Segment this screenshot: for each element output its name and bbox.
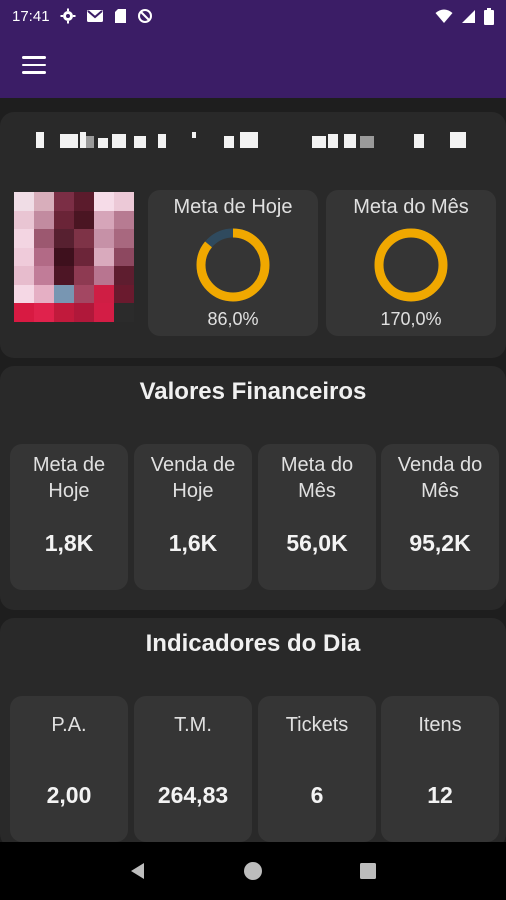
tile-value: 6 [310, 782, 324, 808]
tile-value: 1,8K [44, 530, 94, 556]
app-bar [0, 32, 506, 98]
tile-label: Venda do Mês [397, 454, 483, 502]
tile-value: 12 [427, 782, 453, 808]
financial-section-title: Valores Financeiros [139, 378, 367, 405]
tile-meta-de-hoje[interactable]: Meta de Hoje 1,8K [10, 444, 128, 590]
system-nav-bar [0, 842, 506, 900]
daily-indicators-card: Indicadores do Dia P.A. 2,00 T.M. 264,83… [0, 618, 506, 848]
avatar [14, 192, 134, 322]
tile-tickets[interactable]: Tickets 6 [258, 696, 376, 842]
goal-month-title: Meta do Mês [353, 196, 469, 218]
tile-value: 56,0K [286, 530, 348, 556]
wifi-icon [435, 9, 453, 23]
goal-month-percent: 170,0% [380, 309, 442, 329]
profile-card: Meta de Hoje 86,0% Meta do Mês 170,0% [0, 112, 506, 358]
home-icon[interactable] [233, 851, 273, 891]
tile-label: Meta de Hoje [32, 454, 106, 502]
tile-tm[interactable]: T.M. 264,83 [134, 696, 252, 842]
financial-values-card: Valores Financeiros Meta de Hoje 1,8K Ve… [0, 366, 506, 610]
tile-label: P.A. [51, 714, 87, 736]
tile-label: Itens [418, 714, 462, 736]
status-bar: 17:41 [0, 0, 506, 32]
goal-today-card: Meta de Hoje 86,0% [148, 190, 318, 336]
tile-value: 264,83 [157, 782, 229, 808]
tile-pa[interactable]: P.A. 2,00 [10, 696, 128, 842]
battery-icon [484, 7, 494, 25]
no-sign-icon [137, 9, 152, 23]
tile-label: T.M. [174, 714, 212, 736]
tile-label: Meta do Mês [280, 454, 354, 502]
goal-today-percent: 86,0% [207, 309, 259, 329]
goal-today-title: Meta de Hoje [173, 196, 293, 218]
goal-month-progress-ring [374, 228, 448, 302]
tile-value: 95,2K [409, 530, 471, 556]
tile-venda-do-mes[interactable]: Venda do Mês 95,2K [381, 444, 499, 590]
sd-card-icon [114, 9, 126, 23]
tile-meta-do-mes[interactable]: Meta do Mês 56,0K [258, 444, 376, 590]
redacted-user-name [36, 132, 466, 148]
tile-itens[interactable]: Itens 12 [381, 696, 499, 842]
recents-icon[interactable] [348, 851, 388, 891]
gear-icon [60, 8, 76, 24]
hamburger-menu-icon[interactable] [22, 51, 50, 79]
tile-value: 2,00 [46, 782, 92, 808]
tile-label: Venda de Hoje [150, 454, 236, 502]
clock: 17:41 [12, 7, 50, 25]
tile-label: Tickets [285, 714, 349, 736]
signal-icon [462, 9, 475, 23]
gmail-icon [86, 10, 103, 22]
goal-month-card: Meta do Mês 170,0% [326, 190, 496, 336]
goal-today-progress-ring [196, 228, 270, 302]
tile-venda-de-hoje[interactable]: Venda de Hoje 1,6K [134, 444, 252, 590]
tile-value: 1,6K [168, 530, 218, 556]
indicators-section-title: Indicadores do Dia [145, 630, 361, 657]
back-icon[interactable] [118, 851, 158, 891]
